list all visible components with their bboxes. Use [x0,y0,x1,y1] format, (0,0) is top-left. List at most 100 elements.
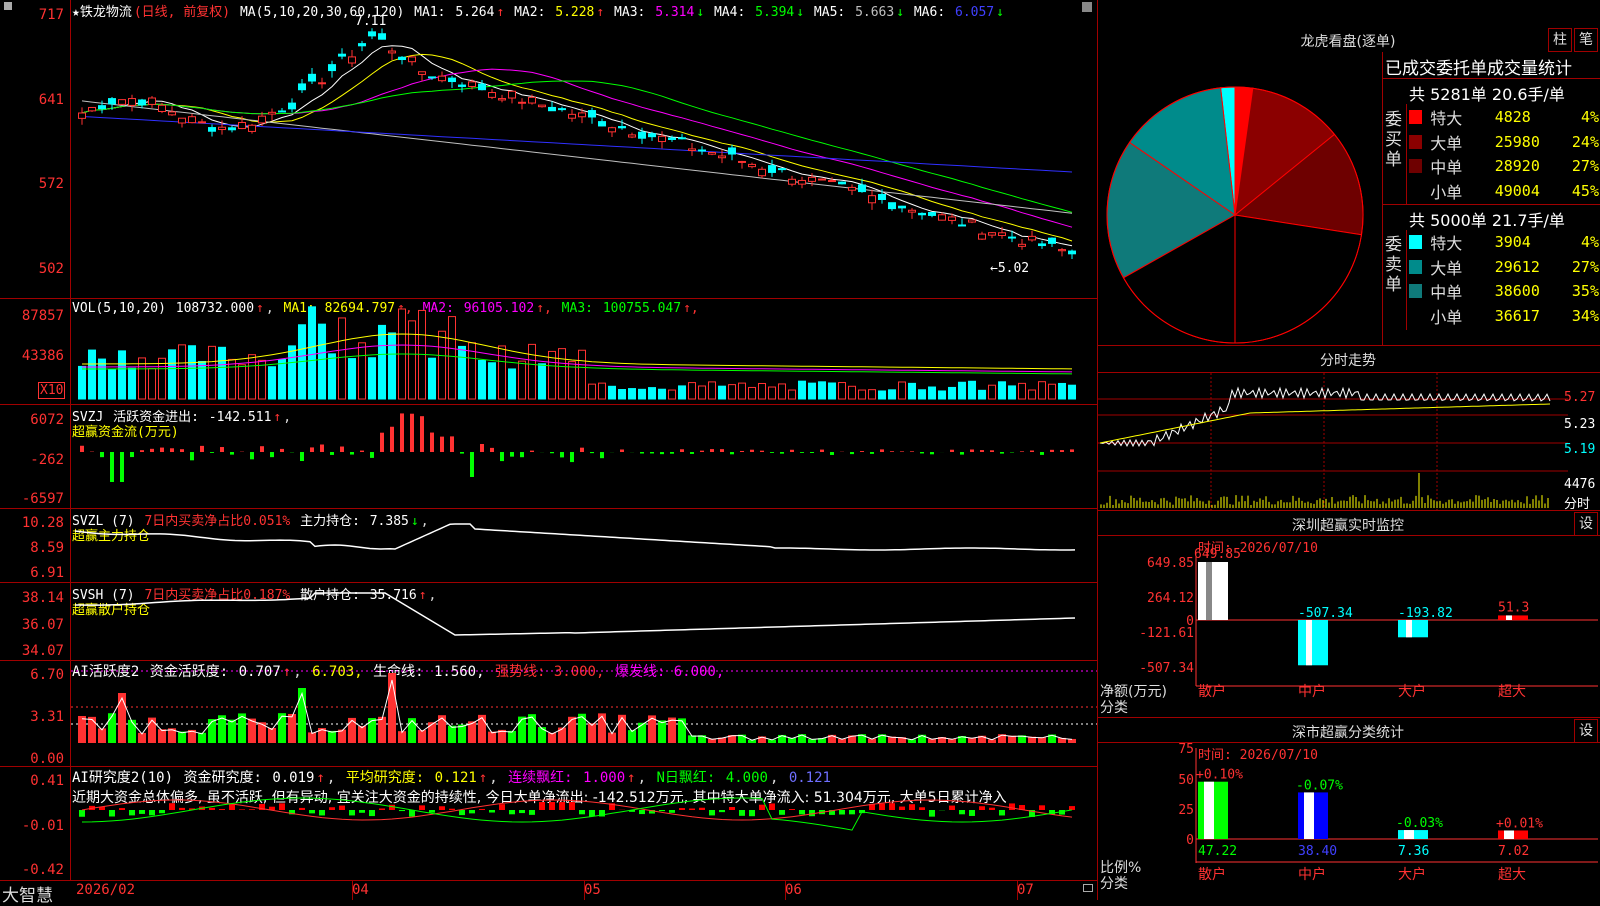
cls-bar-delta: -0.07% [1296,778,1343,793]
svzj-bar [310,447,314,452]
buy-row-3: 中单2892027% [1409,154,1599,178]
research-bar [219,809,225,810]
svzj-bar [720,449,724,452]
svzj-bar [250,452,254,459]
svzj-bar [1070,449,1074,452]
bar-view-button[interactable]: 柱 [1548,28,1572,52]
volume-bar [429,358,436,399]
cls-bar-value: 38.40 [1298,844,1337,859]
ai-research-chart[interactable] [71,767,1097,880]
activity-bar [668,718,676,743]
svzj-bar [100,452,104,457]
volume-bar [119,351,126,399]
ai2-axis-2: -0.01 [0,818,64,834]
volume-bar [309,307,316,399]
sz-bar-value: -507.34 [1298,606,1353,621]
volume-bar [289,346,296,399]
cls-bar-value: 7.02 [1498,844,1529,859]
volume-chart[interactable] [71,299,1097,404]
ai-activity-chart[interactable] [71,661,1097,766]
activity-bar [528,714,536,743]
candle-body [999,233,1006,236]
research-bar [689,809,695,810]
row-label: 大单 [1430,255,1494,279]
candle-body [969,220,976,222]
tick-view-button[interactable]: 笔 [1574,28,1598,52]
activity-bar [148,718,156,743]
volume-bar [629,389,636,399]
activity-bar [278,713,286,743]
row-percent: 4% [1561,233,1599,251]
volume-bar [279,359,286,399]
svzj-bar [650,452,654,453]
volume-bar [269,367,276,399]
svzl-chart[interactable] [71,509,1097,582]
svzj-bar [680,449,684,452]
svzj-bar [260,446,264,452]
volume-bar [79,366,86,399]
volume-bar [729,385,736,399]
volume-bar [949,387,956,399]
volume-bar [199,361,206,399]
lock-icon[interactable] [1083,884,1093,892]
svzl-line [75,524,1075,550]
candle-body [619,127,626,128]
research-bar [129,810,135,815]
row-value: 38600 [1495,282,1561,300]
research-bar [639,810,645,814]
research-bar [149,810,155,815]
sz-monitor-chart[interactable]: 649.85264.120-121.61-507.34649.85散户-507.… [1098,536,1600,717]
price-axis-641: 641 [0,92,64,108]
row-label: 中单 [1430,154,1494,178]
buy-side-label: 委买单 [1385,110,1403,170]
sz-classify-title: 深市超赢分类统计 [1238,722,1458,742]
svsh-chart[interactable] [71,583,1097,660]
corner-menu-icon[interactable] [4,2,12,10]
price-chart[interactable] [71,0,1097,298]
research-bar [229,804,235,810]
svzj-bar [330,452,334,455]
volume-bar [679,386,686,399]
research-bar [379,808,385,810]
svzj-chart[interactable] [71,405,1097,508]
volume-bar [869,390,876,399]
candle-body [219,127,226,129]
sz-classify-chart[interactable]: 7550250+0.10%47.22散户-0.07%38.40中户-0.03%7… [1098,743,1600,900]
volume-bar [339,318,346,399]
svzj-bar [320,445,324,452]
main-chart-area[interactable]: ★铁龙物流(日线, 前复权) MA(5,10,20,30,60,120) MA1… [0,0,1098,900]
bar-highlight [1504,830,1514,839]
corner-settings-icon[interactable] [1082,2,1092,12]
svzj-bar [850,452,854,454]
candle-body [349,57,356,63]
buy-row-2: 大单2598024% [1409,130,1599,154]
svzj-bar [500,452,504,461]
volume-bar [849,386,856,399]
candle-body [579,113,586,117]
svzj-bar [700,451,704,452]
row-percent: 35% [1561,282,1599,300]
candle-body [859,185,866,192]
svzj-bar [890,451,894,452]
sz-classify-settings-button[interactable]: 设 [1574,719,1598,743]
research-bar [929,810,935,817]
dragon-pie-chart[interactable] [1098,58,1378,345]
research-bar [249,809,255,810]
bar-highlight [1406,620,1412,637]
svzj-bar [440,437,444,452]
volume-bar [1069,385,1076,399]
volume-bar [519,361,526,399]
sz-bar-2 [1298,620,1328,665]
volume-bar [819,382,826,399]
sz-monitor-settings-button[interactable]: 设 [1574,512,1598,536]
volume-bar [189,346,196,399]
volume-bar [639,389,646,399]
activity-bar [158,729,166,743]
candle-body [889,203,896,209]
svzj-bar [960,452,964,455]
research-bar [79,810,85,817]
svzj-bar [660,452,664,454]
intraday-chart[interactable] [1098,373,1568,510]
candle-body [489,93,496,98]
volume-bar [589,384,596,399]
